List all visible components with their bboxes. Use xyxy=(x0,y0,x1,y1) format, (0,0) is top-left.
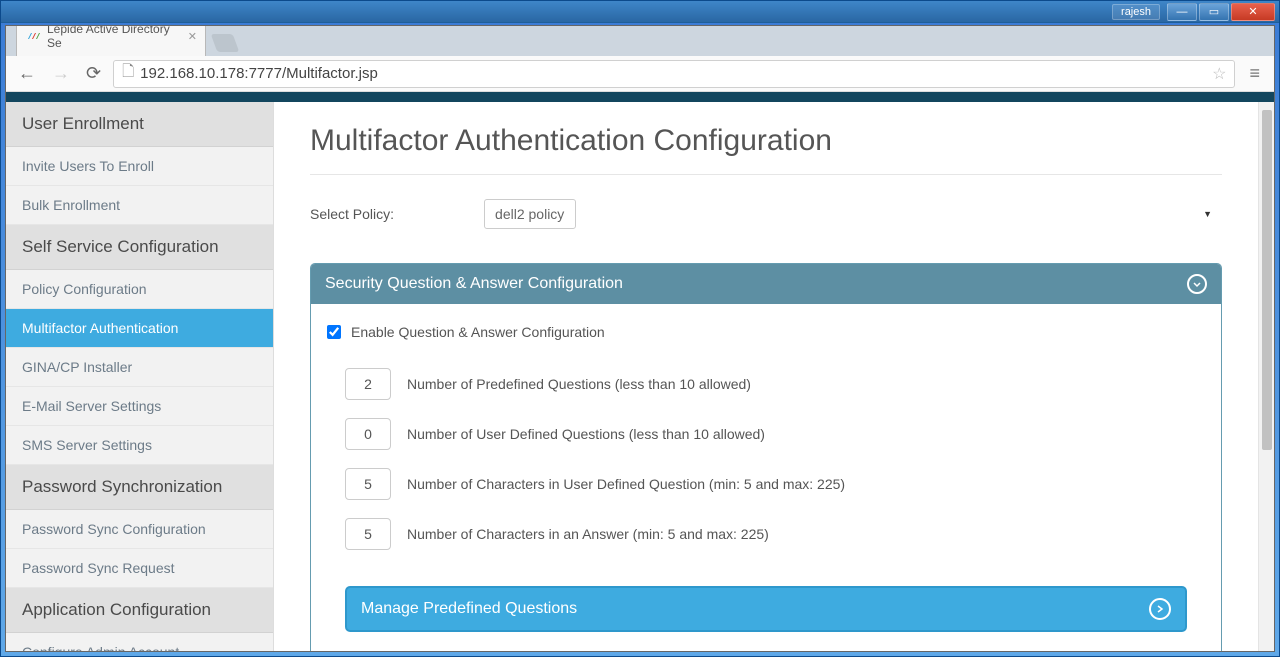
chars-in-question-label: Number of Characters in User Defined Que… xyxy=(407,476,845,492)
field-chars-in-question: Number of Characters in User Defined Que… xyxy=(315,468,1217,500)
tab-favicon-icon xyxy=(27,29,41,43)
predefined-questions-input[interactable] xyxy=(345,368,391,400)
tab-title: Lepide Active Directory Se xyxy=(47,25,177,50)
sidebar-section-app-config: Application Configuration xyxy=(6,588,273,633)
page-title: Multifactor Authentication Configuration xyxy=(310,124,1222,158)
predefined-questions-label: Number of Predefined Questions (less tha… xyxy=(407,376,751,392)
window-user: rajesh xyxy=(1112,4,1160,20)
chars-in-answer-input[interactable] xyxy=(345,518,391,550)
sidebar: User Enrollment Invite Users To Enroll B… xyxy=(6,102,274,651)
vertical-scrollbar[interactable] xyxy=(1258,102,1274,651)
expand-arrow-icon[interactable] xyxy=(1149,598,1171,620)
sidebar-item-invite-users[interactable]: Invite Users To Enroll xyxy=(6,147,273,186)
maximize-button[interactable]: ▭ xyxy=(1199,3,1229,21)
panel-title: Security Question & Answer Configuration xyxy=(325,275,623,293)
new-tab-button[interactable] xyxy=(211,34,240,52)
sidebar-section-user-enrollment: User Enrollment xyxy=(6,102,273,147)
back-button[interactable]: ← xyxy=(14,61,40,86)
page-icon: 🗋 xyxy=(122,61,134,86)
enable-qa-label: Enable Question & Answer Configuration xyxy=(351,324,605,340)
page: User Enrollment Invite Users To Enroll B… xyxy=(6,92,1274,651)
browser-chrome: Lepide Active Directory Se ✕ ← → ⟳ 🗋 192… xyxy=(5,25,1275,652)
browser-tab[interactable]: Lepide Active Directory Se ✕ xyxy=(16,25,206,56)
browser-toolbar: ← → ⟳ 🗋 192.168.10.178:7777/Multifactor.… xyxy=(6,56,1274,92)
window-frame: rajesh — ▭ ✕ Lepide Active Directory Se … xyxy=(0,0,1280,657)
field-chars-in-answer: Number of Characters in an Answer (min: … xyxy=(315,518,1217,550)
sidebar-item-gina-cp[interactable]: GINA/CP Installer xyxy=(6,348,273,387)
policy-select[interactable]: dell2 policy xyxy=(484,199,576,229)
user-defined-questions-label: Number of User Defined Questions (less t… xyxy=(407,426,765,442)
page-header-band xyxy=(6,92,1274,102)
field-predefined-questions: Number of Predefined Questions (less tha… xyxy=(315,368,1217,400)
minimize-button[interactable]: — xyxy=(1167,3,1197,21)
manage-predefined-questions-panel[interactable]: Manage Predefined Questions xyxy=(345,586,1187,632)
sidebar-item-pw-sync-config[interactable]: Password Sync Configuration xyxy=(6,510,273,549)
scrollbar-thumb[interactable] xyxy=(1262,110,1272,450)
close-button[interactable]: ✕ xyxy=(1231,3,1275,21)
panel-body: Enable Question & Answer Configuration N… xyxy=(311,304,1221,651)
sidebar-item-pw-sync-request[interactable]: Password Sync Request xyxy=(6,549,273,588)
security-qa-panel-header[interactable]: Security Question & Answer Configuration xyxy=(311,264,1221,304)
window-titlebar: rajesh — ▭ ✕ xyxy=(1,1,1279,23)
enable-qa-checkbox[interactable] xyxy=(327,325,341,339)
policy-row: Select Policy: dell2 policy xyxy=(310,199,1222,229)
url-text: 192.168.10.178:7777/Multifactor.jsp xyxy=(140,65,378,82)
user-defined-questions-input[interactable] xyxy=(345,418,391,450)
chars-in-answer-label: Number of Characters in an Answer (min: … xyxy=(407,526,769,542)
sidebar-section-password-sync: Password Synchronization xyxy=(6,465,273,510)
security-qa-panel: Security Question & Answer Configuration… xyxy=(310,263,1222,651)
enable-qa-row: Enable Question & Answer Configuration xyxy=(315,324,1217,340)
address-bar[interactable]: 🗋 192.168.10.178:7777/Multifactor.jsp ☆ xyxy=(113,60,1235,88)
policy-label: Select Policy: xyxy=(310,206,394,222)
tab-close-icon[interactable]: ✕ xyxy=(188,30,197,43)
page-body: User Enrollment Invite Users To Enroll B… xyxy=(6,102,1274,651)
policy-select-wrap: dell2 policy xyxy=(484,199,1222,229)
subpanel-title: Manage Predefined Questions xyxy=(361,600,577,618)
bookmark-star-icon[interactable]: ☆ xyxy=(1212,64,1226,84)
forward-button: → xyxy=(48,61,74,86)
sidebar-item-sms-settings[interactable]: SMS Server Settings xyxy=(6,426,273,465)
sidebar-item-policy-config[interactable]: Policy Configuration xyxy=(6,270,273,309)
tab-strip: Lepide Active Directory Se ✕ xyxy=(6,26,1274,56)
reload-button[interactable]: ⟳ xyxy=(82,61,105,86)
sidebar-item-multifactor-auth[interactable]: Multifactor Authentication xyxy=(6,309,273,348)
chars-in-question-input[interactable] xyxy=(345,468,391,500)
panel-collapse-icon[interactable] xyxy=(1187,274,1207,294)
field-user-defined-questions: Number of User Defined Questions (less t… xyxy=(315,418,1217,450)
sidebar-item-bulk-enrollment[interactable]: Bulk Enrollment xyxy=(6,186,273,225)
main-content: Multifactor Authentication Configuration… xyxy=(274,102,1258,651)
divider xyxy=(310,174,1222,175)
sidebar-item-config-admin[interactable]: Configure Admin Account xyxy=(6,633,273,651)
browser-menu-button[interactable]: ≡ xyxy=(1243,61,1266,86)
sidebar-section-self-service: Self Service Configuration xyxy=(6,225,273,270)
sidebar-item-email-settings[interactable]: E-Mail Server Settings xyxy=(6,387,273,426)
